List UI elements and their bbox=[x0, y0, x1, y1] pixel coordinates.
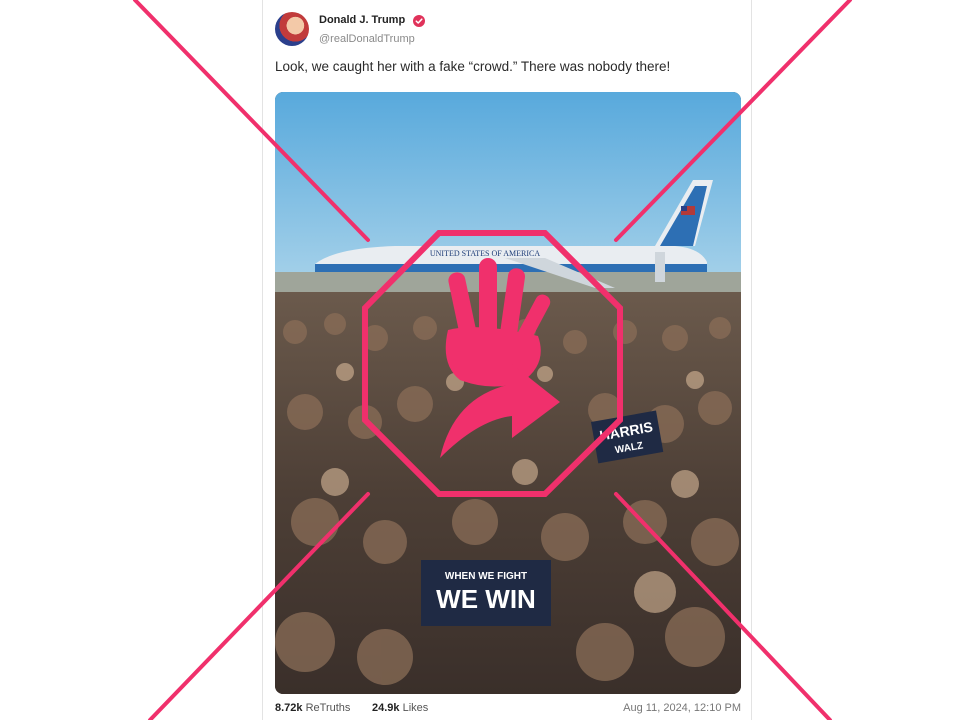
rally-photo: UNITED STATES OF AMERICA HARRIS WALZ WHE… bbox=[275, 92, 741, 694]
tarmac bbox=[275, 272, 741, 294]
svg-text:WE WIN: WE WIN bbox=[436, 584, 536, 614]
likes-stat[interactable]: 24.9k Likes bbox=[372, 702, 428, 714]
handle[interactable]: @realDonaldTrump bbox=[319, 33, 415, 45]
retruths-stat[interactable]: 8.72k ReTruths bbox=[275, 702, 350, 714]
display-name[interactable]: Donald J. Trump bbox=[319, 14, 405, 26]
avatar[interactable] bbox=[275, 12, 309, 46]
verified-badge-icon bbox=[413, 15, 425, 27]
post-footer: 8.72k ReTruths 24.9k Likes Aug 11, 2024,… bbox=[275, 702, 741, 718]
timestamp[interactable]: Aug 11, 2024, 12:10 PM bbox=[623, 702, 741, 714]
svg-text:WHEN WE FIGHT: WHEN WE FIGHT bbox=[445, 571, 527, 582]
post-image[interactable]: UNITED STATES OF AMERICA HARRIS WALZ WHE… bbox=[275, 92, 741, 694]
post-card: Donald J. Trump @realDonaldTrump Look, w… bbox=[262, 0, 752, 720]
post-text: Look, we caught her with a fake “crowd.”… bbox=[275, 59, 671, 74]
we-win-sign: WHEN WE FIGHT WE WIN bbox=[421, 560, 551, 626]
plane-text: UNITED STATES OF AMERICA bbox=[430, 249, 540, 258]
